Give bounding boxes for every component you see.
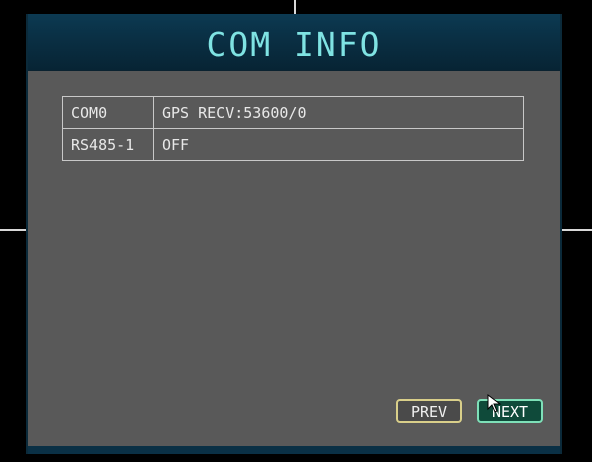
table-row: RS485-1 OFF	[62, 128, 524, 161]
title-bar: COM INFO	[28, 14, 560, 71]
prev-button[interactable]: PREV	[396, 399, 462, 423]
bottom-bar	[28, 446, 560, 454]
port-name-cell: RS485-1	[62, 128, 154, 161]
dialog-title: COM INFO	[206, 25, 382, 64]
mouse-pointer-icon	[487, 394, 502, 413]
crosshair-top-line	[294, 0, 296, 14]
com-info-dialog: COM INFO COM0 GPS RECV:53600/0 RS485-1 O…	[26, 14, 562, 454]
port-name-cell: COM0	[62, 96, 154, 129]
com-info-table: COM0 GPS RECV:53600/0 RS485-1 OFF	[62, 96, 524, 161]
crosshair-left-line	[0, 229, 26, 231]
table-row: COM0 GPS RECV:53600/0	[62, 96, 524, 129]
port-value-cell: GPS RECV:53600/0	[153, 96, 524, 129]
port-value-cell: OFF	[153, 128, 524, 161]
dvr-screen: COM INFO COM0 GPS RECV:53600/0 RS485-1 O…	[0, 0, 592, 462]
crosshair-right-line	[562, 229, 592, 231]
